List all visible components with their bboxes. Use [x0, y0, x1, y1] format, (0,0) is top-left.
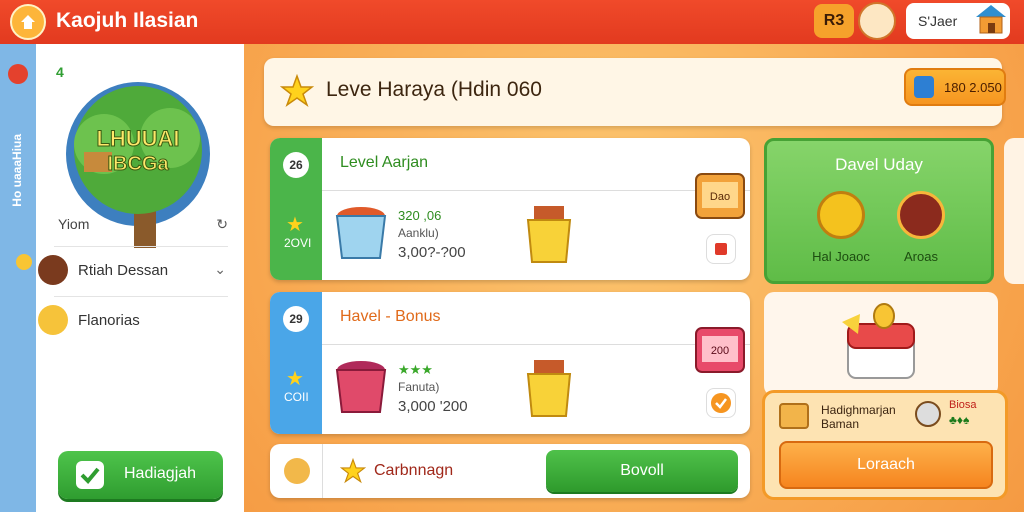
divider: [322, 444, 323, 498]
star-icon: [340, 458, 366, 484]
coin-icon: [16, 254, 32, 270]
offer-button[interactable]: Loraach: [779, 441, 993, 489]
left-stripe: Ho uaaaHiua: [0, 44, 36, 512]
reward-range: 3,00?-?00: [398, 244, 466, 261]
offer-subtitle: Baman: [821, 417, 860, 431]
next-panel-edge[interactable]: [1004, 138, 1024, 284]
honey-jar-icon: [526, 206, 572, 263]
divider: [322, 344, 750, 345]
honey-jar-icon: [526, 360, 572, 417]
sidebar-item-flanorias[interactable]: Flanorias: [38, 296, 228, 345]
action-label: Carbnnagn: [374, 462, 454, 479]
reward-type: Aanklu): [398, 226, 439, 240]
level-side-label: 2OVI: [284, 236, 312, 250]
crate-icon: [779, 403, 809, 429]
daily-title: Davel Uday: [835, 155, 923, 174]
soup-bucket-icon: [335, 207, 387, 259]
pot-icon: [38, 255, 68, 285]
header-title: Leve Haraya (Hdin 060: [326, 78, 542, 101]
offer-panel: Hadighmarjan Baman Biosa ♣♦♠ Loraach: [762, 390, 1008, 500]
check-icon: [76, 461, 104, 489]
star-rating: ★★★: [398, 362, 433, 377]
claim-label: Hadiagjah: [124, 465, 197, 482]
level-header: Leve Haraya (Hdin 060: [264, 58, 1002, 126]
level-name: Level Aarjan: [340, 154, 429, 171]
sidebar: 4 LHUUAI IBCGa Yiom ↻ Rtiah Dessan ⌄ Fla…: [36, 44, 244, 512]
sidebar-item-label: Rtiah Dessan: [78, 262, 169, 279]
divider: [322, 190, 750, 191]
level-badge: 29: [283, 306, 309, 332]
level-badge: 26: [283, 152, 309, 178]
pizza-icon[interactable]: [897, 191, 945, 239]
user-chip[interactable]: S'Jaer: [906, 3, 1010, 39]
home-button[interactable]: [10, 4, 46, 40]
reward-label: Hal Joaoc: [812, 249, 870, 264]
offer-button-label: Loraach: [857, 456, 915, 473]
timer-icon: [915, 401, 941, 427]
vertical-label: Ho uaaaHiua: [10, 134, 24, 207]
claim-button[interactable]: Hadiagjah: [58, 451, 223, 499]
star-icon: ★: [286, 214, 304, 236]
currency-value: 180 2.050: [944, 80, 1002, 95]
sidebar-item-label: Yiom: [58, 216, 90, 232]
bucket-icon: [335, 361, 387, 413]
tree-text-bottom: IBCGa: [107, 153, 169, 175]
house-icon: [976, 5, 1006, 34]
gift-label: 200: [711, 345, 729, 357]
level-card[interactable]: 26 ★ 2OVI Level Aarjan 320 ,06 Aanklu) 3…: [270, 138, 750, 280]
reward-label: Aroas: [904, 249, 938, 264]
offer-tag: Biosa: [949, 399, 977, 411]
gift-label: Dao: [710, 191, 730, 203]
reward-range: 3,000 '200: [398, 398, 468, 415]
sidebar-item-dessan[interactable]: Rtiah Dessan ⌄: [38, 246, 228, 295]
coin-badge[interactable]: R3: [814, 4, 854, 38]
currency-chip[interactable]: 180 2.050: [904, 68, 1006, 106]
action-button[interactable]: Bovoll: [546, 450, 738, 492]
chest-icon: [842, 303, 915, 379]
star-icon: ★: [286, 368, 304, 390]
level-side-label: COII: [284, 390, 309, 404]
action-bar: Carbnnagn Bovoll: [270, 444, 750, 498]
action-button-label: Bovoll: [620, 462, 664, 479]
link-icon: ↻: [216, 216, 228, 232]
confirm-button[interactable]: [706, 388, 736, 418]
top-bar: Kaojuh Ilasian R3 S'Jaer: [0, 0, 1024, 44]
chest-card[interactable]: [764, 292, 998, 396]
user-label: S'Jaer: [918, 13, 958, 29]
chevron-down-icon: ⌄: [214, 261, 226, 277]
sidebar-item-label: Flanorias: [78, 312, 140, 329]
gift-box-icon: Dao: [690, 160, 752, 226]
home-icon: [21, 15, 35, 29]
level-name: Havel - Bonus: [340, 308, 441, 325]
stop-button[interactable]: [706, 234, 736, 264]
app-title: Kaojuh Ilasian: [56, 9, 199, 32]
mascot-avatar-icon[interactable]: [858, 2, 896, 40]
face-icon: [284, 458, 310, 484]
offer-suits: ♣♦♠: [949, 413, 970, 427]
offer-title: Hadighmarjan: [821, 403, 896, 417]
reward-type: Fanuta): [398, 380, 440, 394]
gem-icon: [914, 76, 934, 98]
tree-text-top: LHUUAI: [96, 126, 179, 151]
star-icon: [280, 74, 314, 107]
reward-amount: 320 ,06: [398, 208, 442, 223]
level-card[interactable]: 29 ★ COII Havel - Bonus ★★★ Fanuta) 3,00…: [270, 292, 750, 434]
gift-box-icon: 200: [690, 314, 752, 380]
alert-icon[interactable]: [8, 64, 28, 84]
sidebar-item-first[interactable]: Yiom ↻: [58, 216, 228, 246]
daily-reward-panel[interactable]: Davel Uday Hal Joaoc Aroas: [764, 138, 994, 284]
lemon-icon[interactable]: [817, 191, 865, 239]
snail-icon: [38, 305, 68, 335]
